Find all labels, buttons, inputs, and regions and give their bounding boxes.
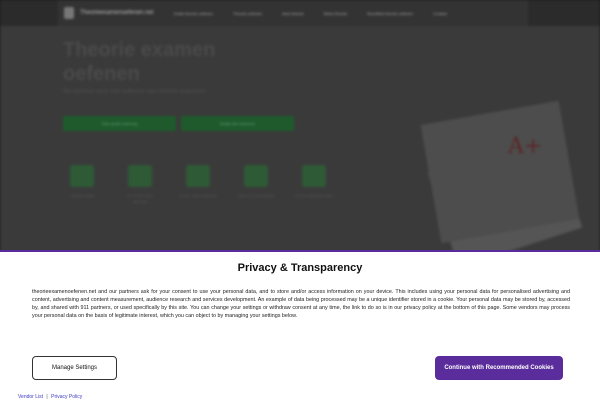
feature-icon: [128, 165, 152, 187]
feature-item: Snel je rijbewijs halen: [294, 165, 334, 199]
manage-settings-button[interactable]: Manage Settings: [32, 356, 117, 380]
nav-bar: Theorieexamenoefenen.net Gratis theorie …: [58, 0, 528, 26]
feature-icon: [244, 165, 268, 187]
feature-label: Al 10.000 keer gebruikt: [127, 193, 153, 204]
nav-link-auto: Auto theorie: [282, 10, 304, 16]
feature-item: Echte CBR examens: [178, 165, 218, 199]
feature-label: Echte CBR examens: [179, 193, 217, 198]
dialog-title: Privacy & Transparency: [237, 262, 363, 274]
feature-icon: [70, 165, 94, 187]
nav-link-bromfiets: Bromfiets theorie oefenen: [367, 10, 414, 16]
top-navigation: Theorieexamenoefenen.net Gratis theorie …: [0, 0, 600, 26]
start-oefening-button: Start gratis oefening: [63, 116, 176, 131]
feature-item: Al 10.000 keer gebruikt: [120, 165, 160, 205]
hero-title: Theorie examen oefenen: [63, 39, 216, 85]
nav-link-contact: Contact: [433, 10, 447, 16]
nav-link-theorie: Theorie oefenen: [232, 10, 263, 16]
feature-item: Direct je beoordeling: [236, 165, 276, 199]
feature-label: Volledig gratis: [69, 193, 95, 198]
feature-label: Snel je rijbewijs halen: [294, 193, 334, 198]
exam-paper-image: [420, 100, 580, 244]
vendor-list-link[interactable]: Vendor List: [18, 394, 43, 400]
feature-icon: [302, 165, 326, 187]
consent-text: theorieexamenoefenen.net and our partner…: [32, 289, 570, 319]
site-brand: Theorieexamenoefenen.net: [80, 10, 154, 16]
feature-icon: [186, 165, 210, 187]
grade-mark-icon: A+: [508, 134, 543, 159]
feature-item: Volledig gratis: [62, 165, 102, 199]
nav-link-motor: Motor theorie: [323, 10, 348, 16]
privacy-policy-link[interactable]: Privacy Policy: [51, 394, 82, 400]
link-separator: |: [46, 394, 48, 400]
footer-links: Vendor List | Privacy Policy: [18, 394, 82, 400]
accept-cookies-button[interactable]: Continue with Recommended Cookies: [435, 356, 563, 380]
feature-label: Direct je beoordeling: [237, 193, 275, 198]
hero-subtitle: De website voor het oefenen van theorie …: [63, 89, 206, 95]
site-logo-icon: [64, 7, 74, 19]
bekijk-examens-button: Bekijk alle examens: [181, 116, 294, 131]
consent-dialog: Privacy & Transparency theorieexamenoefe…: [0, 250, 600, 400]
nav-link-gratis: Gratis theorie oefenen: [173, 10, 213, 16]
